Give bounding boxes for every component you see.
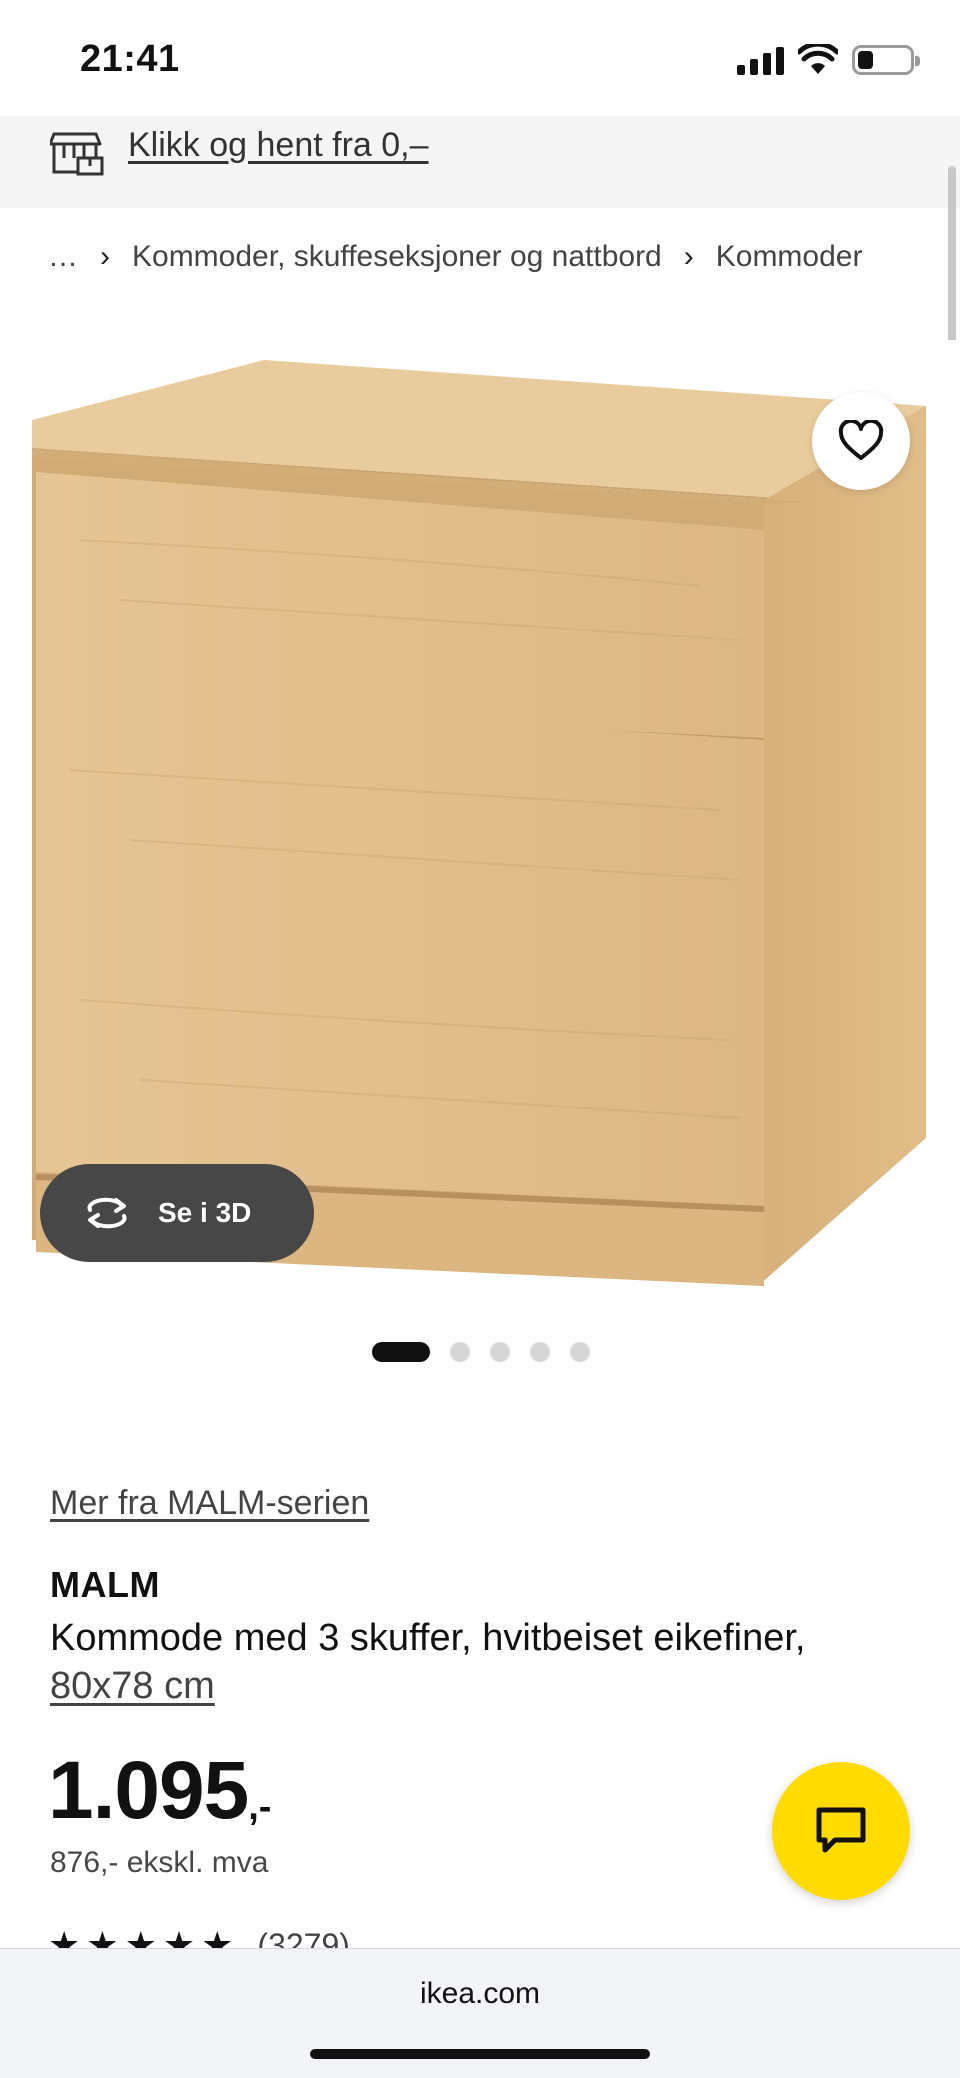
view-3d-label: Se i 3D xyxy=(158,1197,252,1228)
product-description: Kommode med 3 skuffer, hvitbeiset eikefi… xyxy=(50,1614,910,1710)
cellular-signal-icon xyxy=(737,45,784,75)
breadcrumb-separator-icon: › xyxy=(100,240,110,273)
browser-address-bar[interactable]: ikea.com xyxy=(0,1948,960,2078)
pickup-banner[interactable]: Klikk og hent fra 0,– xyxy=(0,116,960,208)
status-time: 21:41 xyxy=(80,38,180,80)
carousel-dot[interactable] xyxy=(450,1342,470,1362)
product-description-text: Kommode med 3 skuffer, hvitbeiset eikefi… xyxy=(50,1617,806,1659)
breadcrumb-separator-icon: › xyxy=(683,240,694,273)
breadcrumb-ellipsis[interactable]: … xyxy=(48,240,78,274)
price-ex-vat: 876,- ekskl. mva xyxy=(50,1846,269,1879)
image-carousel-dots xyxy=(372,1342,590,1362)
product-size-link[interactable]: 80x78 cm xyxy=(50,1665,215,1707)
view-3d-button[interactable]: Se i 3D xyxy=(40,1164,314,1262)
store-pickup-icon xyxy=(50,132,104,176)
product-name: MALM xyxy=(50,1564,160,1605)
browser-url[interactable]: ikea.com xyxy=(0,1977,960,2011)
status-bar: 21:41 xyxy=(0,0,960,116)
status-icons xyxy=(737,40,920,80)
breadcrumb-item-dressers[interactable]: Kommoder xyxy=(716,240,863,274)
series-link[interactable]: Mer fra MALM-serien xyxy=(50,1484,369,1523)
carousel-dot[interactable] xyxy=(490,1342,510,1362)
rotate-3d-icon xyxy=(87,1197,127,1229)
breadcrumb-item-dressers-category[interactable]: Kommoder, skuffeseksjoner og nattbord xyxy=(132,240,662,274)
battery-level xyxy=(858,51,873,69)
chat-bubble-icon xyxy=(816,1807,866,1853)
breadcrumb: … › Kommoder, skuffeseksjoner og nattbor… xyxy=(48,240,862,274)
favorite-button[interactable] xyxy=(812,392,910,490)
battery-icon xyxy=(852,45,920,75)
product-image[interactable] xyxy=(0,340,960,1300)
chat-button[interactable] xyxy=(772,1762,910,1900)
heart-icon xyxy=(838,420,884,460)
home-indicator[interactable] xyxy=(310,2049,650,2059)
carousel-dot[interactable] xyxy=(530,1342,550,1362)
price-main: 1.095 xyxy=(48,1745,249,1836)
pickup-link[interactable]: Klikk og hent fra 0,– xyxy=(128,126,429,165)
dresser-illustration xyxy=(32,360,926,1286)
page-scrollbar[interactable] xyxy=(948,166,956,348)
price-suffix: ,- xyxy=(248,1786,272,1828)
wifi-icon xyxy=(798,44,838,74)
carousel-dot[interactable] xyxy=(372,1342,430,1362)
product-price: 1.095 ,- xyxy=(48,1746,271,1836)
carousel-dot[interactable] xyxy=(570,1342,590,1362)
